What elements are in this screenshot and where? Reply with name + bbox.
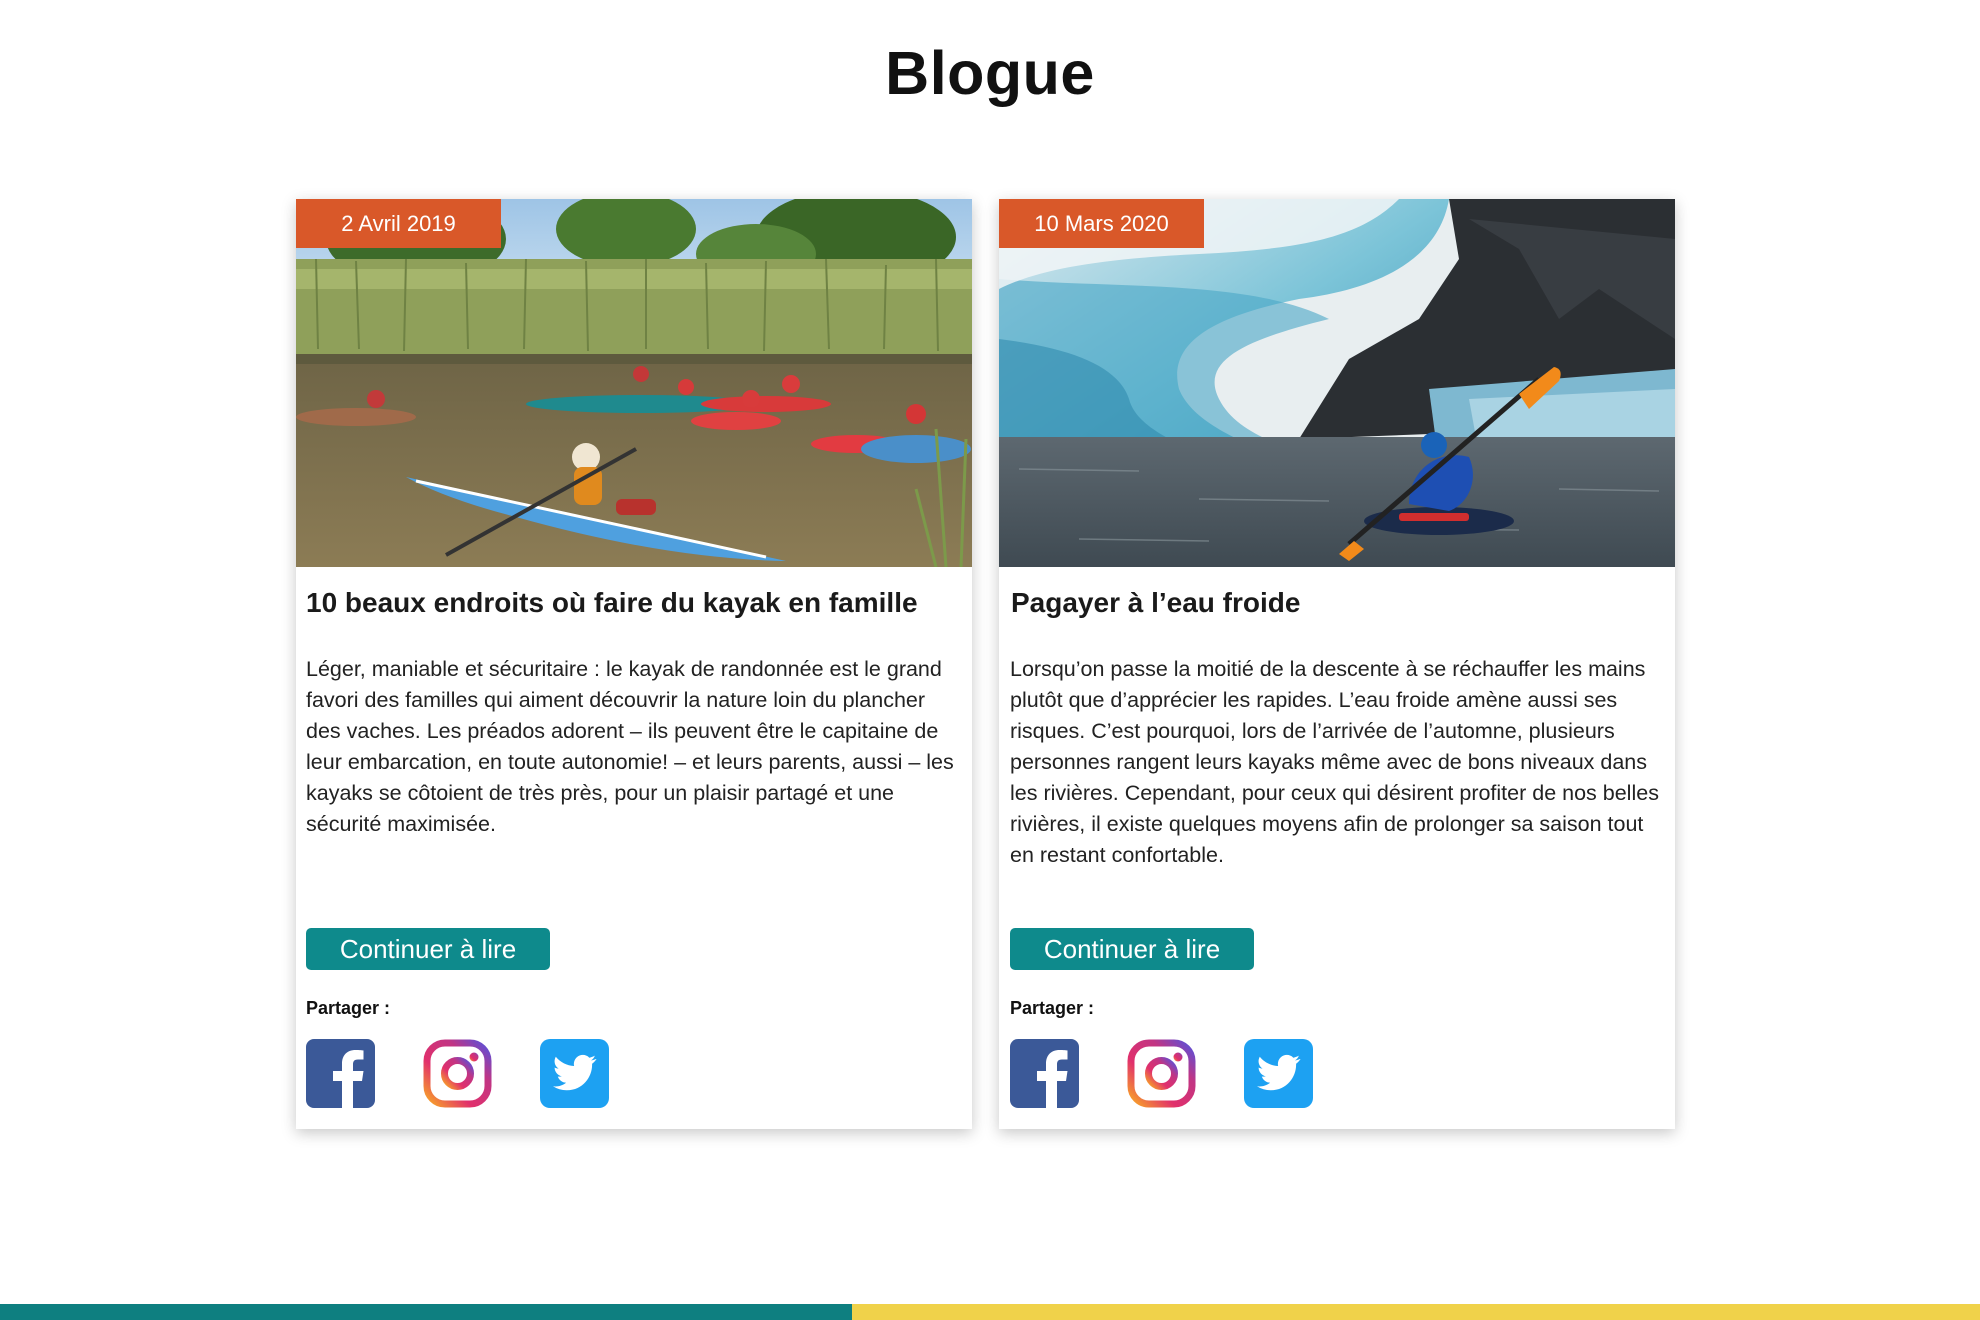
footer-yellow-panel	[852, 1304, 1980, 1320]
blog-card: 10 Mars 2020 Pagayer à l’eau froide Lors…	[999, 199, 1675, 1129]
continue-reading-button[interactable]: Continuer à lire	[1010, 928, 1254, 970]
post-title[interactable]: 10 beaux endroits où faire du kayak en f…	[306, 587, 962, 619]
date-badge: 10 Mars 2020	[999, 199, 1204, 248]
post-title[interactable]: Pagayer à l’eau froide	[1011, 587, 1665, 619]
share-icons	[306, 1039, 609, 1108]
share-icons	[1010, 1039, 1313, 1108]
post-excerpt: Lorsqu’on passe la moitié de la descente…	[1010, 657, 1659, 867]
page-title: Blogue	[885, 39, 1095, 107]
share-label: Partager :	[306, 998, 391, 1018]
blog-page: Blogue 2 Avril 2019 10 beaux endroits où…	[0, 0, 1980, 1320]
post-excerpt: Léger, maniable et sécuritaire : le kaya…	[306, 657, 954, 836]
twitter-icon[interactable]	[540, 1039, 609, 1108]
instagram-icon[interactable]	[1127, 1039, 1196, 1108]
kayaker-glacier-photo[interactable]: 10 Mars 2020	[999, 199, 1675, 567]
family-kayaking-river-photo[interactable]: 2 Avril 2019	[296, 199, 972, 567]
twitter-icon[interactable]	[1244, 1039, 1313, 1108]
facebook-icon[interactable]	[1010, 1039, 1079, 1108]
footer-banner	[0, 1304, 1980, 1320]
facebook-icon[interactable]	[306, 1039, 375, 1108]
share-label: Partager :	[1010, 998, 1095, 1018]
date-badge: 2 Avril 2019	[296, 199, 501, 248]
blog-card: 2 Avril 2019 10 beaux endroits où faire …	[296, 199, 972, 1129]
continue-reading-button[interactable]: Continuer à lire	[306, 928, 550, 970]
footer-teal-panel	[0, 1304, 852, 1320]
instagram-icon[interactable]	[423, 1039, 492, 1108]
